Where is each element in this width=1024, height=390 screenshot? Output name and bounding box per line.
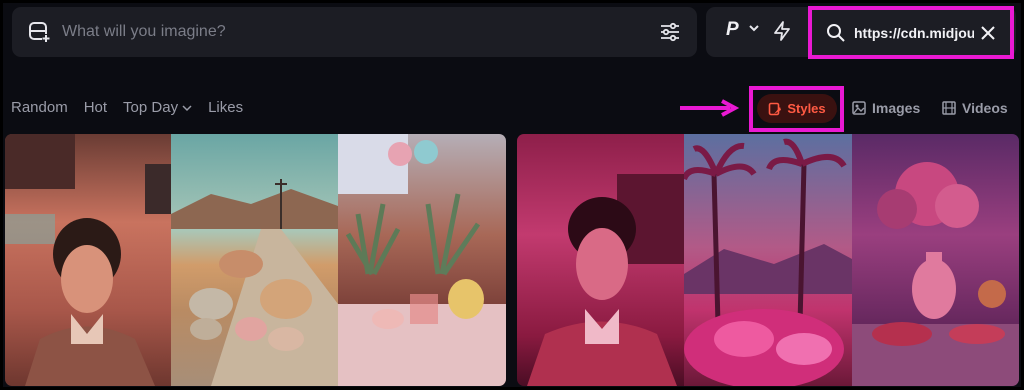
filter-nav: Random Hot Top Day Likes (11, 99, 243, 116)
film-icon (942, 101, 956, 115)
image-icon (852, 101, 866, 115)
filter-top-day[interactable]: Top Day (123, 99, 192, 116)
desert-road-image (171, 134, 338, 386)
tab-videos-label: Videos (962, 100, 1008, 116)
tab-videos[interactable]: Videos (942, 100, 1008, 116)
annotation-arrow (680, 99, 740, 117)
palms-dusk-image (684, 134, 852, 386)
search-box[interactable]: https://cdn.midjou (808, 6, 1014, 59)
prompt-input[interactable]: What will you imagine? (62, 23, 657, 41)
gallery-card-magenta[interactable] (517, 134, 1019, 386)
filter-hot[interactable]: Hot (84, 99, 107, 116)
chevron-down-icon[interactable] (748, 22, 760, 34)
gallery-card-warm[interactable] (5, 134, 506, 386)
chevron-down-icon (182, 104, 192, 111)
personalize-button[interactable]: P (726, 19, 739, 41)
styles-icon (769, 102, 782, 115)
filter-likes[interactable]: Likes (208, 99, 243, 116)
tab-images-label: Images (872, 100, 921, 116)
tab-styles[interactable]: Styles (757, 94, 837, 123)
tab-styles-label: Styles (787, 101, 826, 116)
plants-table-image (338, 134, 506, 386)
search-input[interactable]: https://cdn.midjou (854, 25, 974, 41)
flowers-still-life-image (852, 134, 1019, 386)
tab-images[interactable]: Images (852, 100, 920, 116)
portrait-warm-image (5, 134, 171, 386)
filter-random[interactable]: Random (11, 99, 68, 116)
portrait-magenta-image (517, 134, 684, 386)
settings-sliders-icon[interactable] (657, 19, 683, 45)
filter-top-day-label: Top Day (123, 99, 179, 116)
lightning-icon[interactable] (772, 20, 792, 42)
prompt-bar[interactable]: What will you imagine? (12, 7, 697, 57)
add-image-icon[interactable] (26, 19, 52, 45)
close-icon[interactable] (980, 25, 996, 41)
search-icon (827, 23, 845, 42)
